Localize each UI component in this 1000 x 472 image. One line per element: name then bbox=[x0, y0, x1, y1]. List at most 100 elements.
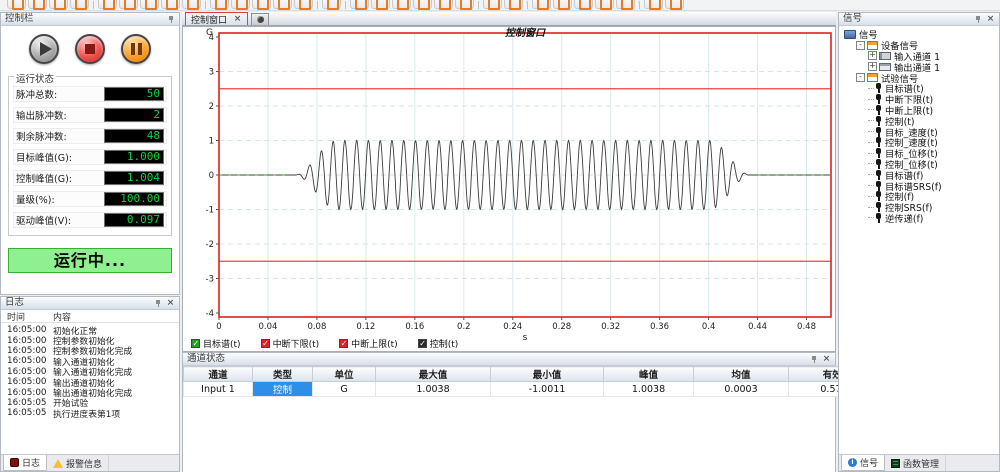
tree-guide bbox=[868, 174, 874, 175]
collapse-icon[interactable]: - bbox=[856, 41, 865, 50]
toolbar-button[interactable] bbox=[70, 0, 89, 9]
toolbar-button[interactable] bbox=[119, 0, 138, 9]
toolbar-button[interactable] bbox=[665, 0, 684, 9]
toolbar-button[interactable] bbox=[532, 0, 551, 9]
stop-button[interactable] bbox=[75, 34, 105, 64]
toolbar-button[interactable] bbox=[231, 0, 250, 9]
play-button[interactable] bbox=[29, 34, 59, 64]
toolbar-button[interactable] bbox=[434, 0, 453, 9]
toolbar-button[interactable] bbox=[49, 0, 68, 9]
tree-item[interactable]: 逆传递(f) bbox=[842, 213, 999, 224]
svg-text:控制窗口: 控制窗口 bbox=[505, 27, 546, 39]
pin-icon[interactable] bbox=[154, 299, 162, 308]
channel-status-titlebar: 通道状态 bbox=[183, 353, 835, 366]
toolbar-button[interactable] bbox=[294, 0, 313, 9]
toolbar-button[interactable] bbox=[98, 0, 117, 9]
close-icon[interactable] bbox=[166, 299, 175, 308]
tree-guide bbox=[868, 120, 874, 121]
legend-checkbox[interactable] bbox=[261, 339, 270, 348]
toolbar-button[interactable] bbox=[644, 0, 663, 9]
toolbar-separator bbox=[639, 1, 640, 9]
log-entry[interactable]: 16:05:00输出通道初始化完成 bbox=[1, 387, 179, 397]
legend-checkbox[interactable] bbox=[191, 339, 200, 348]
table-icon bbox=[867, 41, 878, 50]
column-header[interactable]: 最大值 bbox=[376, 367, 491, 382]
legend-checkbox[interactable] bbox=[339, 339, 348, 348]
expand-icon[interactable]: + bbox=[868, 62, 877, 71]
pause-button[interactable] bbox=[121, 34, 151, 64]
main-toolbar bbox=[0, 0, 1000, 11]
status-field-label: 输出脉冲数: bbox=[16, 108, 67, 122]
sensor-icon bbox=[875, 137, 882, 147]
signal-tab-func[interactable]: 函数管理 bbox=[885, 455, 946, 471]
close-icon[interactable] bbox=[822, 355, 831, 364]
toolbar-button[interactable] bbox=[140, 0, 159, 9]
toolbar-button[interactable] bbox=[455, 0, 474, 9]
toolbar-button[interactable] bbox=[413, 0, 432, 9]
column-header[interactable]: 峰值 bbox=[604, 367, 694, 382]
tree-item[interactable]: 中断上限(t) bbox=[842, 105, 999, 116]
status-field-label: 脉冲总数: bbox=[16, 87, 57, 101]
legend-checkbox[interactable] bbox=[418, 339, 427, 348]
tab-close-icon[interactable] bbox=[233, 15, 242, 24]
tree-item[interactable]: 目标谱SRS(f) bbox=[842, 180, 999, 191]
toolbar-button[interactable] bbox=[273, 0, 292, 9]
svg-text:-4: -4 bbox=[206, 309, 214, 319]
log-tab-log[interactable]: 日志 bbox=[3, 455, 47, 471]
chan-out-icon bbox=[879, 63, 891, 71]
log-tab-warn[interactable]: 报警信息 bbox=[47, 455, 109, 471]
toolbar-button[interactable] bbox=[616, 0, 635, 9]
toolbar-button[interactable] bbox=[210, 0, 229, 9]
tree-item[interactable]: 信号 bbox=[842, 29, 999, 40]
column-header[interactable]: 类型 bbox=[253, 367, 313, 382]
toolbar-button[interactable] bbox=[371, 0, 390, 9]
column-header[interactable]: 通道 bbox=[184, 367, 253, 382]
toolbar-button[interactable] bbox=[483, 0, 502, 9]
toolbar-button[interactable] bbox=[392, 0, 411, 9]
toolbar-button[interactable] bbox=[161, 0, 180, 9]
column-header[interactable]: 最小值 bbox=[491, 367, 604, 382]
status-field-value: 1.000 bbox=[104, 150, 164, 164]
toolbar-button[interactable] bbox=[322, 0, 341, 9]
toolbar-separator bbox=[317, 1, 318, 9]
signal-tree: 信号-设备信号+输入通道 1+输出通道 1-试验信号目标谱(t)中断下限(t)中… bbox=[839, 26, 999, 454]
toolbar-button[interactable] bbox=[504, 0, 523, 9]
signal-tab-info[interactable]: i信号 bbox=[841, 455, 885, 471]
log-entry-time: 16:05:05 bbox=[7, 398, 53, 408]
pin-icon[interactable] bbox=[810, 355, 818, 364]
toolbar-button[interactable] bbox=[574, 0, 593, 9]
expand-icon[interactable]: + bbox=[868, 51, 877, 60]
snapshot-tab[interactable] bbox=[251, 13, 269, 25]
svg-text:s: s bbox=[523, 333, 528, 343]
status-field-row: 控制峰值(G):1.004 bbox=[13, 170, 167, 186]
channel-row[interactable]: Input 1控制G1.0038-1.00111.00380.00030.572… bbox=[184, 382, 886, 397]
document-tab-bar: 控制窗口 bbox=[182, 12, 836, 26]
tab-control-window[interactable]: 控制窗口 bbox=[185, 12, 248, 25]
status-field-label: 量级(%): bbox=[16, 192, 55, 206]
tree-guide bbox=[868, 131, 874, 132]
column-header[interactable]: 均值 bbox=[694, 367, 789, 382]
status-field-label: 驱动峰值(V): bbox=[16, 213, 71, 227]
pin-icon[interactable] bbox=[974, 15, 982, 24]
tree-guide bbox=[868, 99, 874, 100]
legend-item: 控制(t) bbox=[418, 337, 459, 350]
svg-text:0.08: 0.08 bbox=[307, 322, 326, 332]
close-icon[interactable] bbox=[986, 15, 995, 24]
pin-icon[interactable] bbox=[167, 15, 175, 24]
toolbar-button[interactable] bbox=[553, 0, 572, 9]
toolbar-button[interactable] bbox=[7, 0, 26, 9]
log-entry-time: 16:05:00 bbox=[7, 336, 53, 346]
log-entry[interactable]: 16:05:05执行进度表第1项 bbox=[1, 408, 179, 418]
toolbar-button[interactable] bbox=[350, 0, 369, 9]
toolbar-button[interactable] bbox=[182, 0, 201, 9]
svg-text:-1: -1 bbox=[206, 206, 214, 216]
toolbar-button[interactable] bbox=[28, 0, 47, 9]
toolbar-button[interactable] bbox=[595, 0, 614, 9]
waveform-chart: -4-3-2-10123400.040.080.120.160.20.240.2… bbox=[183, 27, 835, 351]
collapse-icon[interactable]: - bbox=[856, 73, 865, 82]
column-header[interactable]: 单位 bbox=[313, 367, 376, 382]
tree-item[interactable]: +输出通道 1 bbox=[842, 61, 999, 72]
transport-controls bbox=[1, 34, 179, 64]
toolbar-button[interactable] bbox=[252, 0, 271, 9]
tree-item-label: 逆传递(f) bbox=[885, 211, 923, 225]
